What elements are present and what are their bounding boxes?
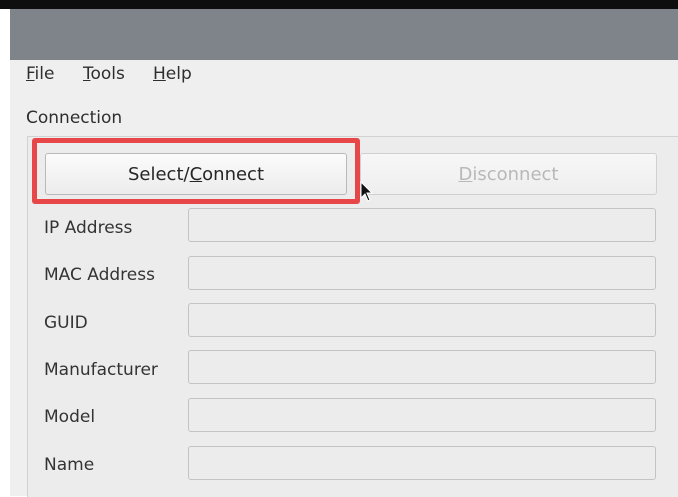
menu-help[interactable]: Help xyxy=(153,64,192,84)
select-connect-mnemonic: C xyxy=(189,164,203,185)
menu-bar: File Tools Help xyxy=(10,60,678,90)
name-field[interactable] xyxy=(188,446,656,480)
menu-file[interactable]: File xyxy=(26,64,54,84)
screen-top-edge xyxy=(0,0,678,9)
field-label-name: Name xyxy=(44,455,95,475)
menu-file-mnemonic: F xyxy=(26,64,35,84)
select-connect-button[interactable]: Select/Connect xyxy=(45,153,347,195)
model-field[interactable] xyxy=(188,398,656,432)
manufacturer-field[interactable] xyxy=(188,350,656,384)
disconnect-label: isconnect xyxy=(472,164,559,185)
field-label-model: Model xyxy=(44,407,96,427)
arrow-pointer-icon xyxy=(360,181,374,202)
app-window: File Tools Help Connection Select/Connec… xyxy=(10,60,678,497)
guid-field[interactable] xyxy=(188,303,656,337)
connection-group-title: Connection xyxy=(26,108,123,128)
menu-tools-label: ools xyxy=(90,64,125,84)
window-titlebar[interactable] xyxy=(10,9,678,60)
menu-help-mnemonic: H xyxy=(153,64,166,84)
select-connect-label-suffix: onnect xyxy=(202,164,265,185)
menu-tools-mnemonic: T xyxy=(83,64,91,84)
disconnect-button[interactable]: Disconnect xyxy=(360,153,657,195)
field-label-mac-address: MAC Address xyxy=(44,265,155,285)
menu-tools[interactable]: Tools xyxy=(83,64,125,84)
mac-address-field[interactable] xyxy=(188,256,656,290)
field-label-guid: GUID xyxy=(44,313,88,333)
disconnect-mnemonic: D xyxy=(458,164,473,185)
field-label-ip-address: IP Address xyxy=(44,218,133,238)
menu-file-label: ile xyxy=(34,64,55,84)
select-connect-label-prefix: Select/ xyxy=(127,164,190,185)
field-label-manufacturer: Manufacturer xyxy=(44,360,158,380)
menu-help-label: elp xyxy=(165,64,192,84)
ip-address-field[interactable] xyxy=(188,208,656,242)
